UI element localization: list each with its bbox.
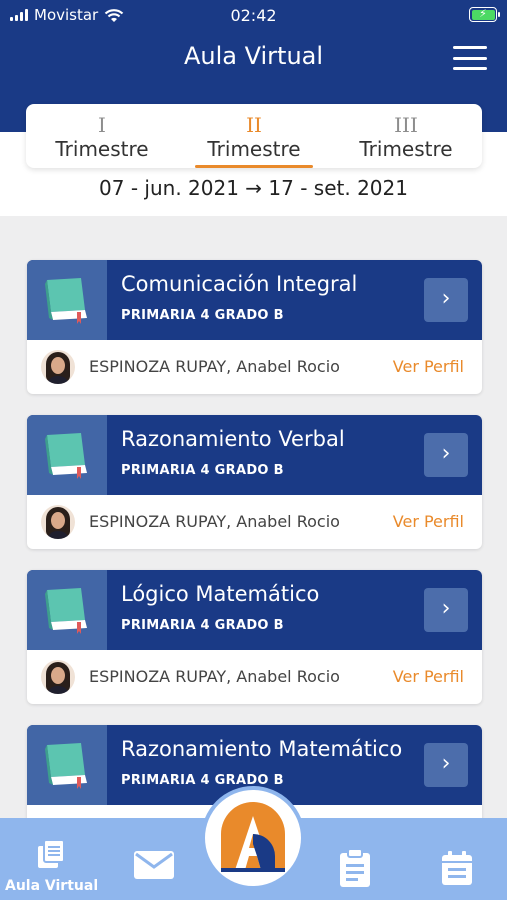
trimester-tabs: I Trimestre II Trimestre III Trimestre [26,104,482,168]
teacher-row: ESPINOZA RUPAY, Anabel Rocio Ver Perfil [27,495,482,549]
nav-calendar[interactable] [430,818,486,900]
course-title: Razonamiento Matemático [121,737,403,761]
course-grade: PRIMARIA 4 GRADO B [121,463,284,478]
course-card[interactable]: Lógico Matemático PRIMARIA 4 GRADO B › E… [27,570,482,704]
teacher-row: ESPINOZA RUPAY, Anabel Rocio Ver Perfil [27,340,482,394]
book-icon [27,415,107,495]
teacher-row: ESPINOZA RUPAY, Anabel Rocio Ver Perfil [27,650,482,704]
book-icon [27,725,107,805]
ver-perfil-link[interactable]: Ver Perfil [393,667,464,686]
nav-tasks[interactable] [328,818,384,900]
course-title: Razonamiento Verbal [121,427,345,451]
chevron-right-icon[interactable]: › [424,588,468,632]
course-grade: PRIMARIA 4 GRADO B [121,773,284,788]
nav-aula-virtual[interactable]: Aula Virtual [0,818,100,900]
book-icon [27,260,107,340]
course-header[interactable]: Lógico Matemático PRIMARIA 4 GRADO B › [27,570,482,650]
avatar [41,350,75,384]
teacher-name: ESPINOZA RUPAY, Anabel Rocio [89,512,340,531]
chevron-right-icon[interactable]: › [424,743,468,787]
status-bar: Movistar 02:42 ⚡ [0,0,507,30]
page-title: Aula Virtual [183,42,324,70]
ver-perfil-link[interactable]: Ver Perfil [393,357,464,376]
tab-trimestre-1[interactable]: I Trimestre [26,104,178,168]
tab-label: Trimestre [55,137,149,161]
chevron-right-icon[interactable]: › [424,433,468,477]
course-grade: PRIMARIA 4 GRADO B [121,308,284,323]
nav-messages[interactable] [125,818,185,900]
battery-icon: ⚡ [469,7,500,22]
menu-icon[interactable] [453,46,487,70]
course-grade: PRIMARIA 4 GRADO B [121,618,284,633]
course-list: Comunicación Integral PRIMARIA 4 GRADO B… [27,260,482,880]
nav-label-aula: Aula Virtual [5,878,99,894]
tab-numeral: I [98,113,106,137]
course-title: Lógico Matemático [121,582,320,606]
tab-numeral: III [394,113,418,137]
tab-trimestre-3[interactable]: III Trimestre [330,104,482,168]
course-title: Comunicación Integral [121,272,358,296]
tab-trimestre-2[interactable]: II Trimestre [178,104,330,168]
clock: 02:42 [230,6,277,25]
teacher-name: ESPINOZA RUPAY, Anabel Rocio [89,667,340,686]
teacher-name: ESPINOZA RUPAY, Anabel Rocio [89,357,340,376]
course-card[interactable]: Comunicación Integral PRIMARIA 4 GRADO B… [27,260,482,394]
book-icon [27,570,107,650]
school-logo-button[interactable] [205,790,301,886]
tab-numeral: II [246,113,262,137]
calendar-icon [442,851,472,885]
tab-label: Trimestre [359,137,453,161]
tab-label: Trimestre [207,137,301,161]
clipboard-icon [340,848,370,887]
school-logo [221,802,285,872]
avatar [41,660,75,694]
course-header[interactable]: Razonamiento Verbal PRIMARIA 4 GRADO B › [27,415,482,495]
chevron-right-icon[interactable]: › [424,278,468,322]
ver-perfil-link[interactable]: Ver Perfil [393,512,464,531]
documents-icon [38,839,65,868]
course-card[interactable]: Razonamiento Verbal PRIMARIA 4 GRADO B ›… [27,415,482,549]
mail-icon [134,851,174,879]
course-header[interactable]: Comunicación Integral PRIMARIA 4 GRADO B… [27,260,482,340]
date-range: 07 - jun. 2021 → 17 - set. 2021 [99,176,408,200]
avatar [41,505,75,539]
